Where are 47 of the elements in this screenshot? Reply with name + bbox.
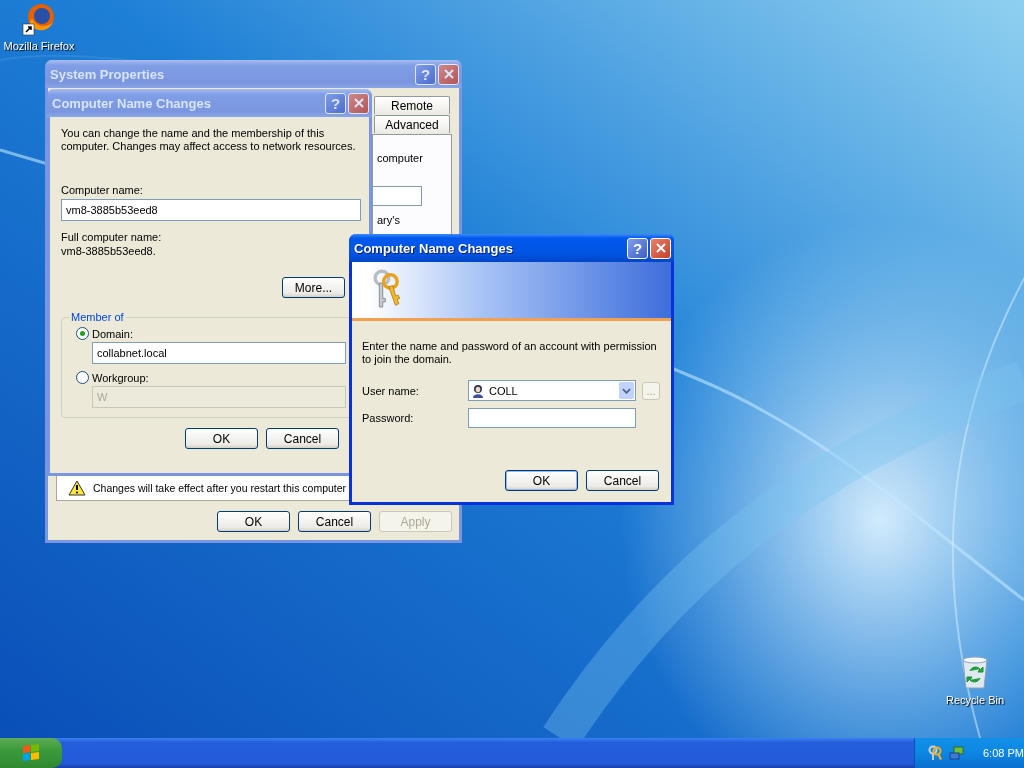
tab[interactable]: Remote xyxy=(374,96,450,114)
notice-text: Changes will take effect after you restart this computer xyxy=(93,482,347,494)
warning-icon xyxy=(68,480,86,496)
field-label: User name: xyxy=(362,384,420,397)
intro-text: Enter the name and password of an account with permission to join the domain. xyxy=(362,340,658,366)
field-label: Password: xyxy=(362,412,415,424)
dropdown-button[interactable] xyxy=(619,382,634,399)
close-icon xyxy=(655,243,666,253)
dialog-button[interactable]: OK xyxy=(185,428,258,449)
start-button[interactable] xyxy=(0,738,62,768)
chevron-down-icon xyxy=(622,387,631,394)
panel-text: computer xyxy=(377,152,423,164)
network-icon[interactable] xyxy=(949,745,965,761)
password-field[interactable] xyxy=(468,408,636,428)
clock: 6:08 PM xyxy=(983,747,1024,759)
close-icon xyxy=(353,98,364,108)
text-field[interactable]: collabnet.local xyxy=(92,342,346,364)
user-icon xyxy=(472,383,484,398)
field-label: Full computer name: xyxy=(61,231,163,243)
close-icon xyxy=(443,69,454,79)
close-button[interactable] xyxy=(438,63,459,85)
close-button[interactable] xyxy=(348,92,369,114)
keys-icon[interactable] xyxy=(927,745,943,761)
text-field[interactable] xyxy=(372,186,422,206)
dialog-button[interactable]: Cancel xyxy=(586,470,659,491)
dialog-button[interactable]: Cancel xyxy=(266,428,339,449)
radio-button[interactable] xyxy=(76,327,89,340)
computer-name-field[interactable]: vm8-3885b53eed8 xyxy=(61,199,361,221)
user-name-combo[interactable]: COLL xyxy=(468,380,636,401)
dialog-button[interactable]: OK xyxy=(505,470,578,491)
window-title: System Properties xyxy=(50,66,166,82)
help-button[interactable]: ? xyxy=(627,237,648,259)
firefox-icon[interactable] xyxy=(22,2,56,36)
intro-text: You can change the name and the membership of this computer. Changes may affect access to network resources. xyxy=(61,127,357,153)
panel-text: ary's xyxy=(377,214,400,226)
window-title: Computer Name Changes xyxy=(52,95,212,111)
dialog-button[interactable]: Cancel xyxy=(298,511,371,532)
field-label: Computer name: xyxy=(61,184,144,196)
close-button[interactable] xyxy=(650,237,671,259)
radio-label[interactable]: Domain: xyxy=(92,327,133,340)
desktop-icon-label[interactable]: Mozilla Firefox xyxy=(3,40,75,52)
group-title: Member of xyxy=(70,311,125,323)
flag-icon xyxy=(21,744,41,762)
tab[interactable]: Advanced xyxy=(374,115,450,133)
dialog-button[interactable]: OK xyxy=(217,511,290,532)
window-title: Computer Name Changes xyxy=(354,240,514,256)
more-button[interactable]: More... xyxy=(282,277,345,298)
